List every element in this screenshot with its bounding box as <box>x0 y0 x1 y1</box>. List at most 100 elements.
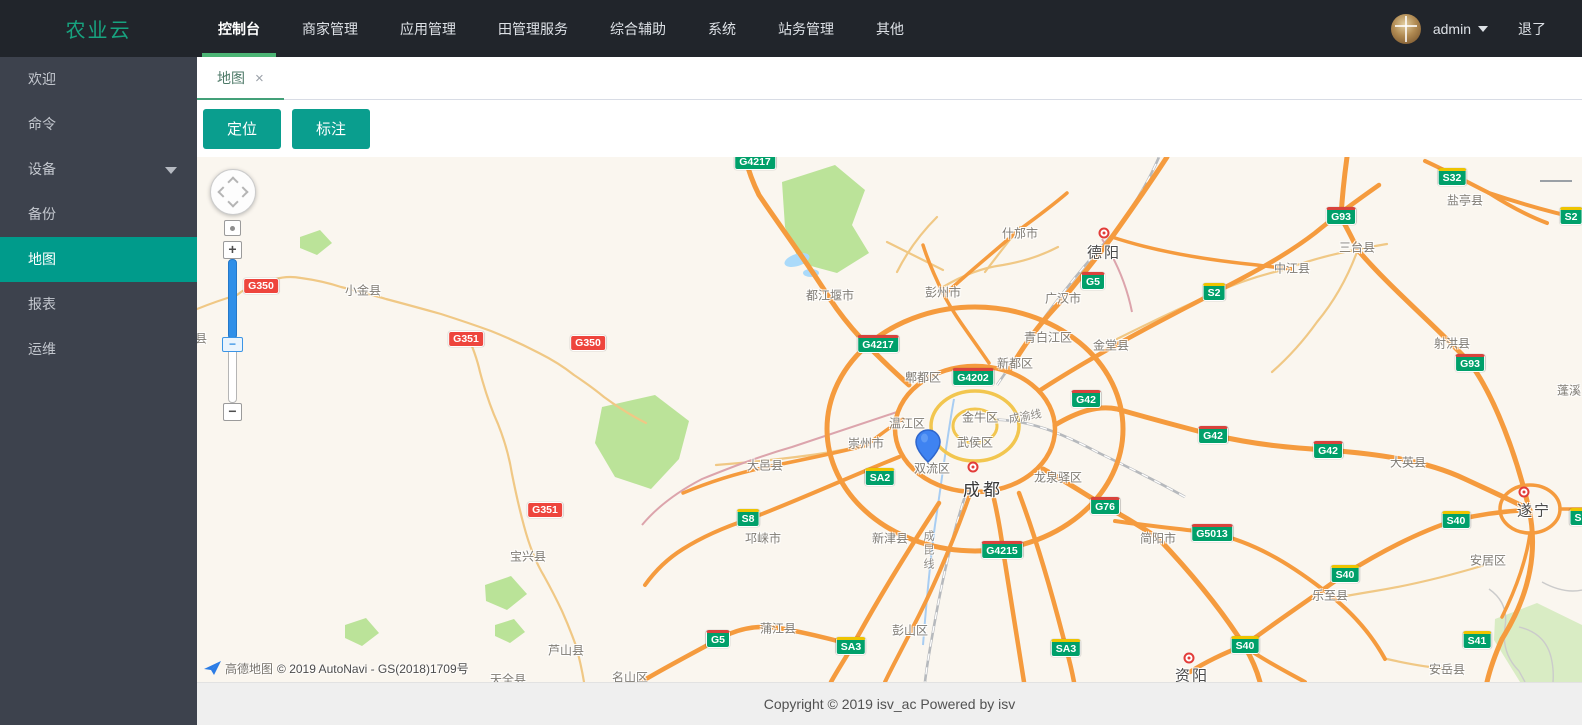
content-area: 地图 × 定位 标注 什邡市 盐亭县 三台县 中江县 小金县 都江堰市 彭州市 … <box>197 57 1582 725</box>
pan-left-icon[interactable] <box>217 186 229 198</box>
map-city-label: 县 <box>197 331 208 346</box>
map-pan-control[interactable] <box>210 169 256 215</box>
chevron-down-icon <box>165 167 177 174</box>
map-overlays: 什邡市 盐亭县 三台县 中江县 小金县 都江堰市 彭州市 广汉市 青白江区 金堂县 射洪县 新都区 郫都… <box>197 157 1582 682</box>
road-badge: G42 <box>1071 390 1101 408</box>
road-badge: S2 <box>1202 283 1226 301</box>
map-city-label: 新津县 <box>871 531 909 546</box>
map-city-label: 乐至县 <box>1311 588 1349 603</box>
map-center-button[interactable] <box>224 220 241 236</box>
map-copyright-text: © 2019 AutoNavi - GS(2018)1709号 <box>277 662 469 676</box>
map-city-label: 安岳县 <box>1428 662 1466 677</box>
map-city-label: 简阳市 <box>1139 531 1177 546</box>
map-city-label: 广汉市 <box>1044 291 1082 306</box>
road-badge: S40 <box>1441 511 1471 529</box>
close-icon[interactable]: × <box>255 70 264 87</box>
road-badge: S40 <box>1230 636 1260 654</box>
road-badge: G5 <box>705 630 731 648</box>
nav-item[interactable]: 系统 <box>687 0 757 57</box>
road-badge: G350 <box>243 278 279 294</box>
map-city-label: 中江县 <box>1273 261 1311 276</box>
nav-item[interactable]: 控制台 <box>197 0 281 57</box>
road-badge: S <box>1569 508 1582 526</box>
map-city-label: 蒲江县 <box>759 621 797 636</box>
zoom-out-button[interactable]: − <box>223 403 242 421</box>
map-toolbar: 定位 标注 <box>197 100 1582 157</box>
road-badge: G42 <box>1313 441 1343 459</box>
pan-down-icon[interactable] <box>227 196 239 208</box>
road-badge: G351 <box>448 331 484 347</box>
railway-label: 成昆线 <box>922 530 934 572</box>
amap-brand-link[interactable]: 高德地图 <box>225 660 273 677</box>
map-attribution: 高德地图 © 2019 AutoNavi - GS(2018)1709号 <box>204 660 469 677</box>
pan-up-icon[interactable] <box>227 176 239 188</box>
map-city-label: 金堂县 <box>1092 338 1130 353</box>
zoom-slider-handle[interactable]: − <box>222 337 243 352</box>
road-badge: S2 <box>1559 207 1582 225</box>
sidebar-item[interactable]: 欢迎 <box>0 57 197 102</box>
nav-item[interactable]: 商家管理 <box>281 0 379 57</box>
map-city-label: 什邡市 <box>1001 226 1039 241</box>
map-pin-marker[interactable] <box>915 429 941 463</box>
locate-button[interactable]: 定位 <box>203 108 281 149</box>
tab-bar: 地图 × <box>197 57 1582 100</box>
top-navbar: 农业云 控制台 商家管理 应用管理 田管理服务 综合辅助 系统 站务管理 其他 admin 退… <box>0 0 1582 57</box>
map-city-label: 盐亭县 <box>1446 193 1484 208</box>
city-marker-icon <box>1518 486 1530 498</box>
pan-right-icon[interactable] <box>237 186 249 198</box>
page-footer: Copyright © 2019 isv_ac Powered by isv <box>197 682 1582 725</box>
map-city-label: 射洪县 <box>1433 336 1471 351</box>
user-avatar[interactable] <box>1390 13 1421 44</box>
logout-button[interactable]: 退了 <box>1518 19 1546 39</box>
map-city-label: 金牛区 <box>961 410 999 425</box>
sidebar-item[interactable]: 设备 <box>0 147 197 192</box>
tab-map[interactable]: 地图 × <box>197 57 284 100</box>
nav-item[interactable]: 其他 <box>855 0 925 57</box>
sidebar-item[interactable]: 备份 <box>0 192 197 237</box>
road-badge: S40 <box>1330 565 1360 583</box>
map-scale-bar <box>1540 180 1572 182</box>
nav-item[interactable]: 田管理服务 <box>477 0 589 57</box>
map-city-label: 安居区 <box>1469 553 1507 568</box>
main-nav: 控制台 商家管理 应用管理 田管理服务 综合辅助 系统 站务管理 其他 <box>197 0 925 57</box>
nav-item[interactable]: 应用管理 <box>379 0 477 57</box>
city-marker-icon <box>1183 652 1195 664</box>
amap-logo-icon <box>204 661 221 675</box>
road-badge: S32 <box>1437 168 1467 186</box>
road-badge: G93 <box>1326 207 1356 225</box>
sidebar-item[interactable]: 报表 <box>0 282 197 327</box>
map-city-label: 彭山区 <box>891 623 929 638</box>
map-city-label: 宝兴县 <box>509 549 547 564</box>
road-badge: SA3 <box>835 637 867 655</box>
map-city-label: 蓬溪 <box>1556 383 1582 398</box>
mark-button[interactable]: 标注 <box>292 108 370 149</box>
road-badge: S41 <box>1462 631 1492 649</box>
map-city-label: 郫都区 <box>904 370 942 385</box>
road-badge: G5013 <box>1191 524 1233 542</box>
map-city-label: 彭州市 <box>924 285 962 300</box>
sidebar-item[interactable]: 地图 <box>0 237 197 282</box>
footer-copyright: Copyright © 2019 isv_ac Powered by isv <box>763 696 1016 712</box>
zoom-slider-fill <box>228 259 237 339</box>
road-badge: G76 <box>1090 497 1120 515</box>
sidebar-item[interactable]: 命令 <box>0 102 197 147</box>
zoom-in-button[interactable]: + <box>223 241 242 259</box>
user-name-label: admin <box>1432 20 1471 37</box>
railway-label: 成渝线 <box>1007 408 1043 426</box>
city-marker-icon <box>1098 227 1110 239</box>
nav-item[interactable]: 综合辅助 <box>589 0 687 57</box>
city-marker-icon <box>967 461 979 473</box>
sidebar-item[interactable]: 运维 <box>0 327 197 372</box>
map-city-label: 天全县 <box>489 672 527 683</box>
map-city-label: 小金县 <box>344 283 382 298</box>
map-city-label: 名山区 <box>611 670 649 683</box>
nav-item[interactable]: 站务管理 <box>757 0 855 57</box>
road-badge: G4215 <box>981 541 1023 559</box>
zoom-slider[interactable] <box>228 259 237 403</box>
map-city-label: 三台县 <box>1338 240 1376 255</box>
app-logo: 农业云 <box>65 20 132 42</box>
map-city-label: 青白江区 <box>1023 330 1073 345</box>
user-menu[interactable]: admin <box>1433 21 1488 37</box>
map-city-label: 龙泉驿区 <box>1033 470 1083 485</box>
map-canvas[interactable]: 什邡市 盐亭县 三台县 中江县 小金县 都江堰市 彭州市 广汉市 青白江区 金堂县 射洪县 新都区 郫都… <box>197 157 1582 682</box>
